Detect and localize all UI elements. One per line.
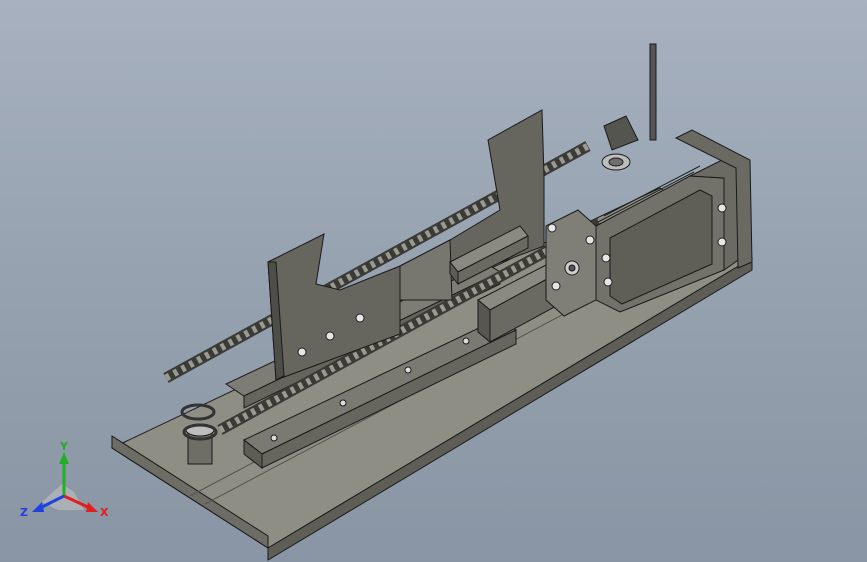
x-axis-label: X xyxy=(100,506,109,519)
z-axis-label: Z xyxy=(20,506,28,519)
limit-sensor-rear[interactable] xyxy=(601,43,657,171)
pneumatic-cylinder[interactable] xyxy=(595,159,745,313)
coordinate-triad: Y X Z xyxy=(20,440,109,519)
graphics-viewport[interactable]: Y X Z xyxy=(0,0,867,562)
cad-model-view[interactable] xyxy=(0,0,867,562)
y-axis-label: Y xyxy=(59,440,69,453)
cylinder-end-plate[interactable] xyxy=(545,209,597,317)
